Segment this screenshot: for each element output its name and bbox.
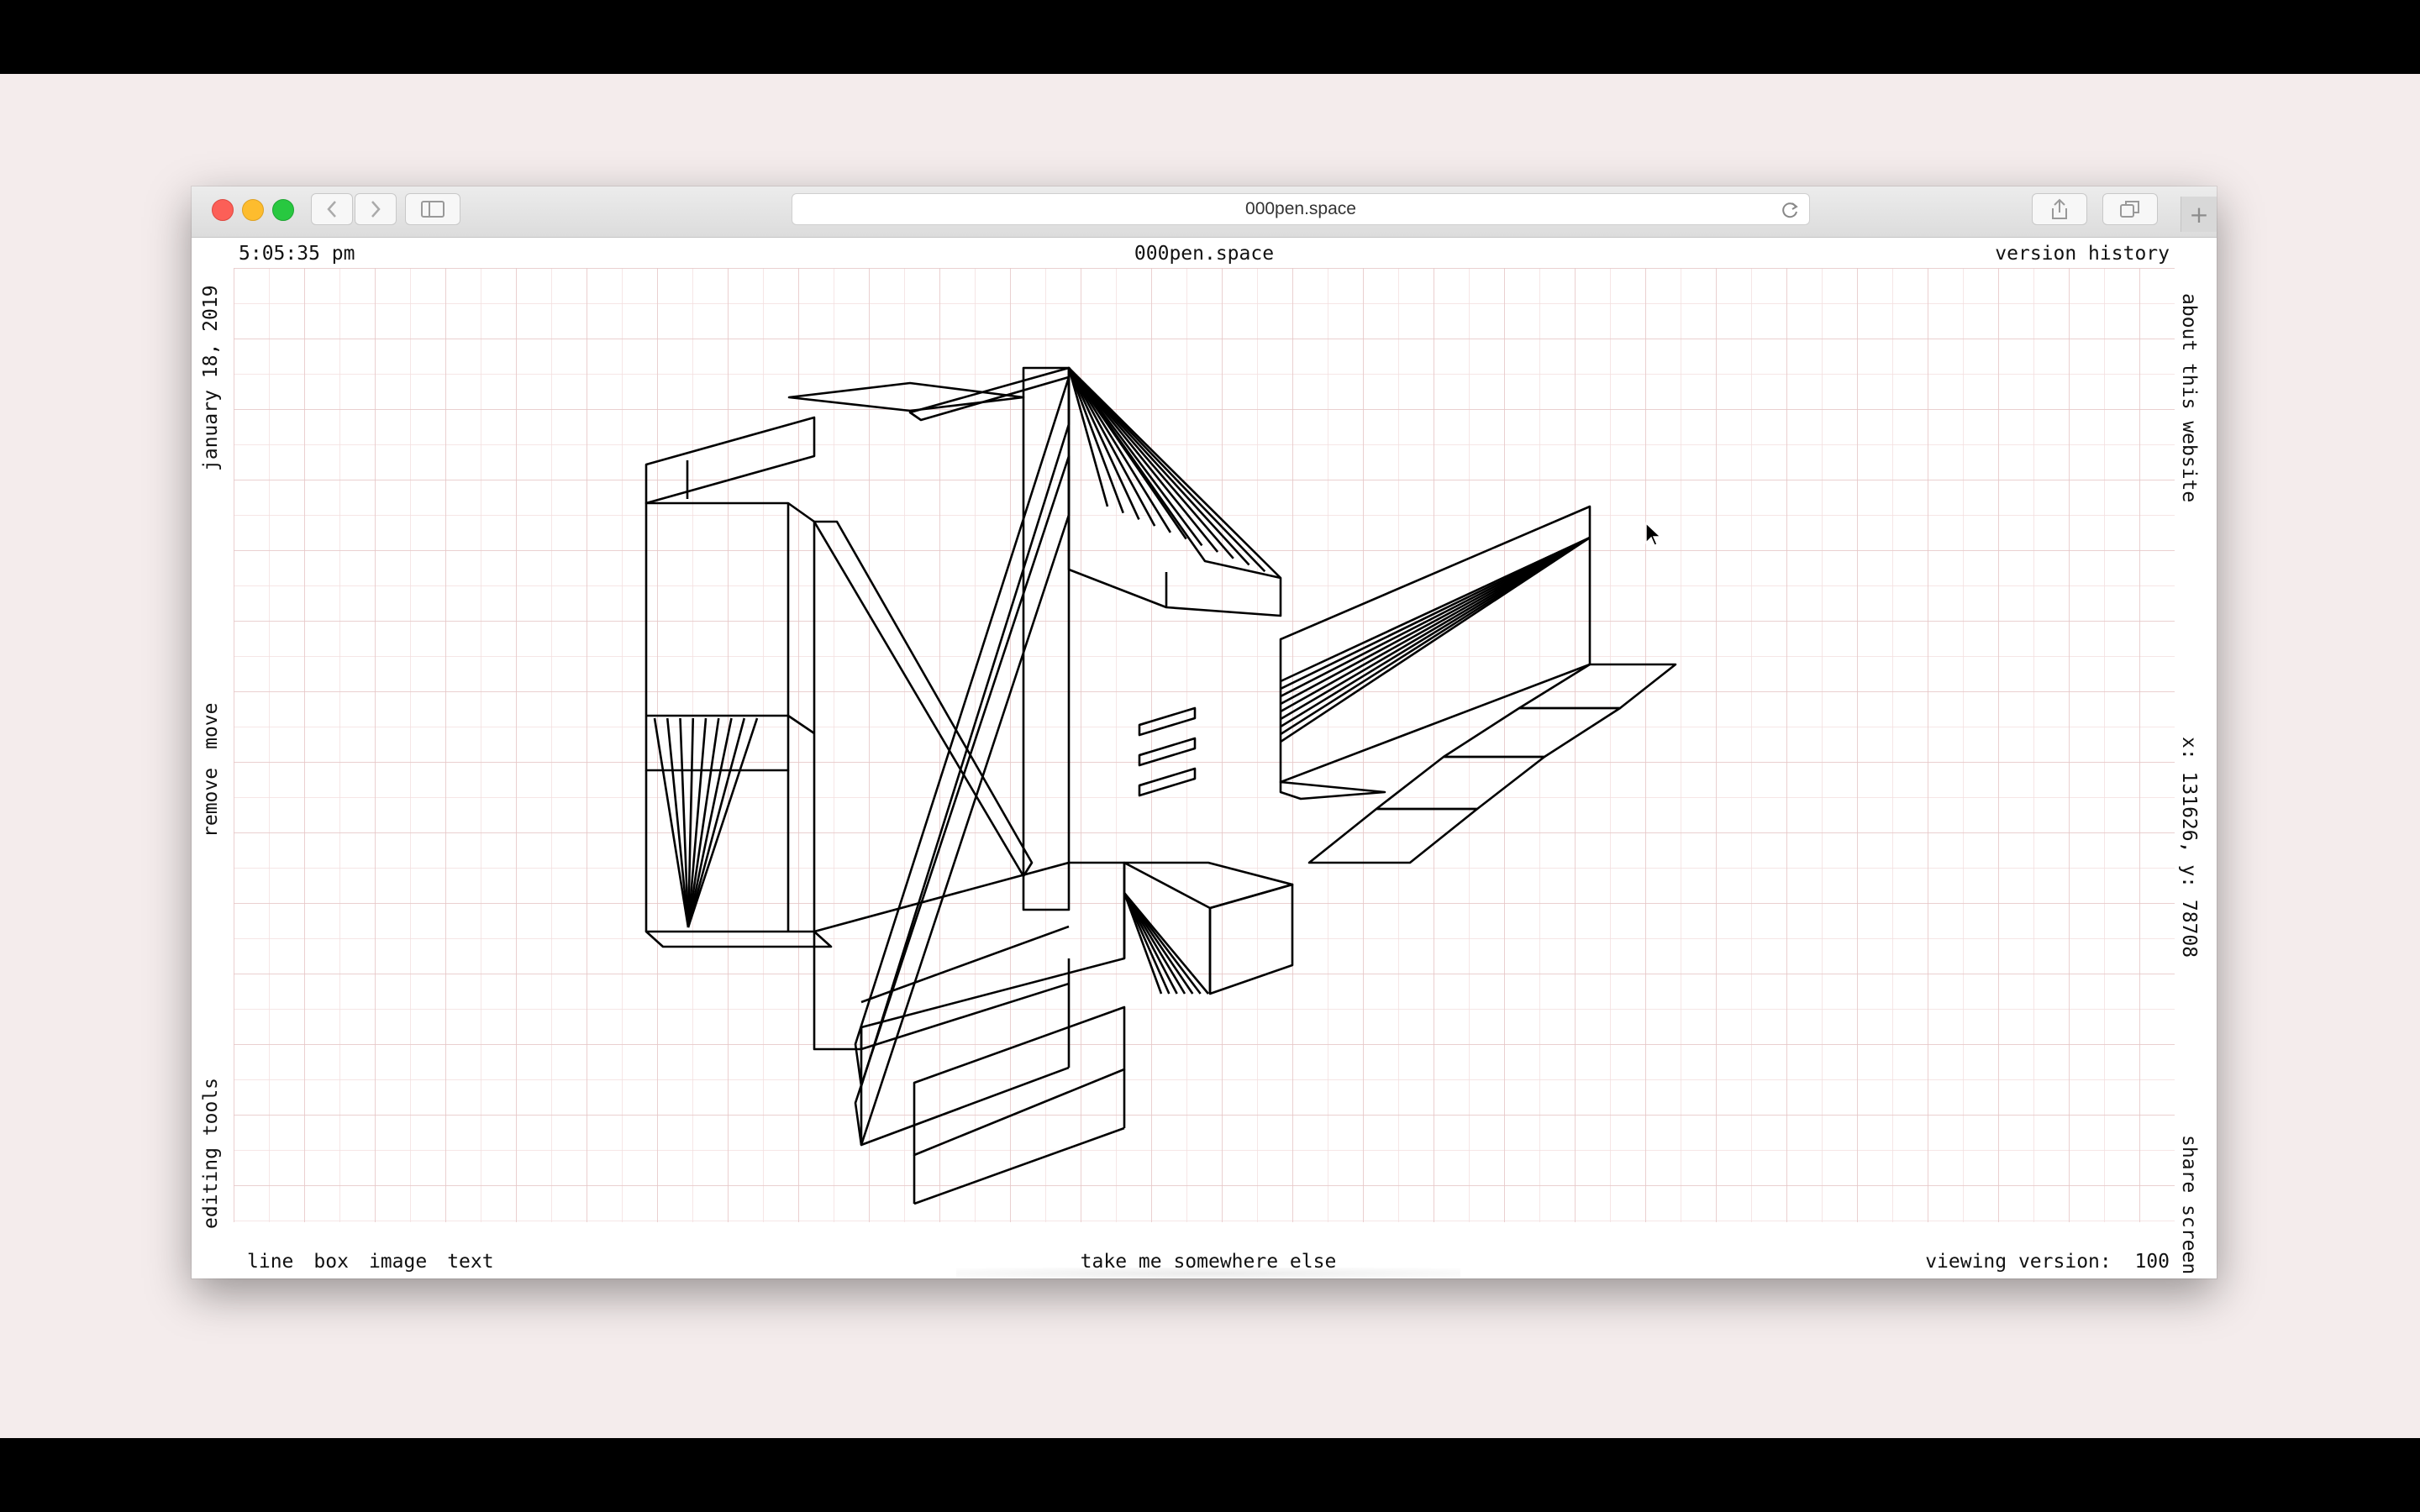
- minimize-window-button[interactable]: [242, 199, 264, 221]
- close-window-button[interactable]: [212, 199, 234, 221]
- tool-text[interactable]: text: [447, 1251, 493, 1273]
- reload-icon[interactable]: [1781, 200, 1801, 220]
- version-history-link[interactable]: version history: [1985, 243, 2170, 265]
- edit-actions: remove move: [200, 685, 222, 837]
- share-screen-link[interactable]: share screen: [2178, 1135, 2200, 1274]
- plus-icon: +: [2189, 200, 2209, 228]
- grid-major: [234, 268, 2175, 1222]
- tabs-icon: [2120, 201, 2139, 218]
- date-label: january 18, 2019: [200, 285, 222, 471]
- address-bar-url: 000pen.space: [1245, 199, 1356, 218]
- viewing-version-label: viewing version:: [1925, 1251, 2112, 1273]
- site-title[interactable]: 000pen.space: [1116, 243, 1292, 265]
- back-button[interactable]: [311, 193, 353, 225]
- new-tab-button[interactable]: +: [2181, 197, 2217, 232]
- address-bar[interactable]: 000pen.space: [792, 193, 1810, 225]
- tool-box[interactable]: box: [313, 1251, 349, 1273]
- about-link[interactable]: about this website: [2178, 293, 2200, 502]
- editing-tools-toggle[interactable]: editing tools: [200, 1078, 222, 1229]
- clock: 5:05:35 pm: [239, 243, 355, 265]
- chevron-left-icon: [327, 201, 336, 218]
- remove-tool[interactable]: move: [200, 703, 222, 749]
- take-me-somewhere-else-link[interactable]: take me somewhere else: [1049, 1251, 1368, 1273]
- chevron-right-icon: [371, 201, 381, 218]
- coordinates-readout: x: 131626, y: 78708: [2178, 737, 2200, 958]
- tabs-button[interactable]: [2102, 193, 2158, 225]
- share-icon: [2052, 198, 2067, 219]
- browser-titlebar: 000pen.space +: [192, 186, 2217, 238]
- forward-button[interactable]: [355, 193, 397, 225]
- letterbox-top: [0, 0, 2420, 74]
- zoom-window-button[interactable]: [272, 199, 294, 221]
- browser-window: 000pen.space + 5:05:35 pm 000pen.space v…: [192, 186, 2217, 1278]
- drawing-tools: line box image text: [247, 1251, 514, 1273]
- share-button[interactable]: [2032, 193, 2087, 225]
- letterbox-bottom: [0, 1438, 2420, 1512]
- tool-image[interactable]: image: [369, 1251, 427, 1273]
- viewing-version: viewing version: 100: [1870, 1251, 2170, 1273]
- sidebar-icon: [421, 201, 445, 218]
- page-content: 5:05:35 pm 000pen.space version history …: [192, 238, 2217, 1278]
- drawing-canvas[interactable]: [192, 238, 2217, 1278]
- viewing-version-value: 100: [2134, 1251, 2170, 1273]
- move-tool[interactable]: remove: [200, 768, 222, 837]
- sidebar-button[interactable]: [405, 193, 460, 225]
- tool-line[interactable]: line: [247, 1251, 293, 1273]
